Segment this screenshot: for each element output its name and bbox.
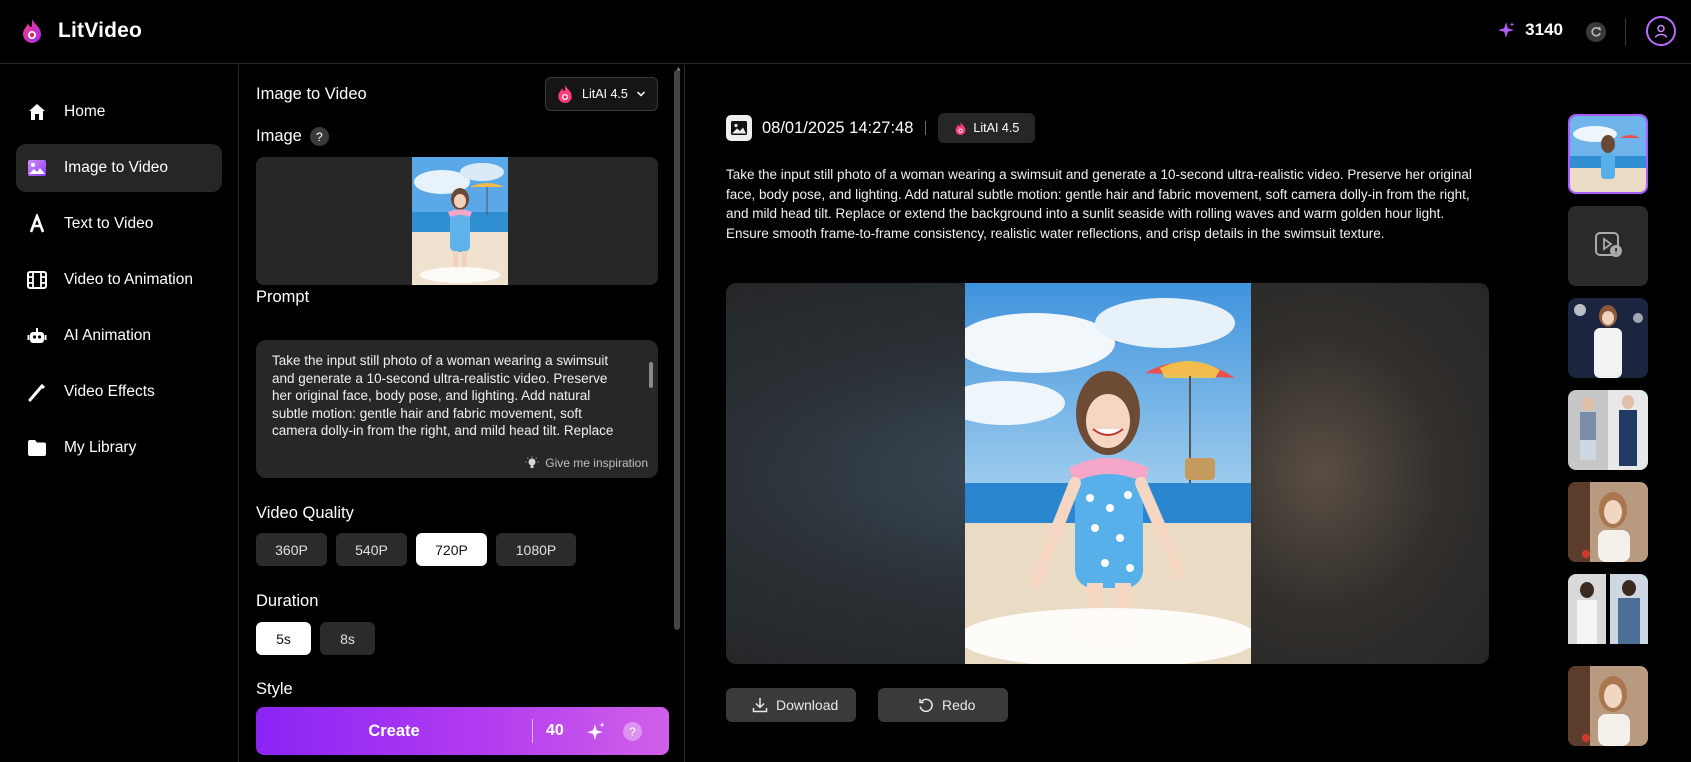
result-model-label: LitAI 4.5 bbox=[973, 121, 1020, 135]
model-select-value: LitAI 4.5 bbox=[582, 87, 628, 101]
result-meta: 08/01/2025 14:27:48 LitAI 4.5 bbox=[726, 113, 1036, 143]
history-thumbnail[interactable] bbox=[1568, 482, 1648, 562]
sparkle-icon bbox=[587, 722, 605, 740]
duration-label: Duration bbox=[256, 592, 319, 610]
duration-options: 5s 8s bbox=[256, 622, 375, 655]
redo-label: Redo bbox=[942, 697, 976, 713]
result-model-badge: LitAI 4.5 bbox=[938, 113, 1036, 143]
sidebar-item-label: Video to Animation bbox=[64, 271, 193, 288]
prompt-label: Prompt bbox=[256, 288, 310, 306]
sidebar-item-text-to-video[interactable]: Text to Video bbox=[16, 200, 222, 248]
logo-icon bbox=[23, 19, 41, 43]
image-help-button[interactable]: ? bbox=[309, 127, 329, 147]
user-icon bbox=[1654, 24, 1668, 38]
model-logo-icon bbox=[558, 85, 572, 103]
duration-option-5s[interactable]: 5s bbox=[256, 622, 311, 655]
credits-count: 3140 bbox=[1525, 20, 1563, 39]
top-bar: LitVideo 3140 bbox=[0, 0, 1691, 64]
sidebar-item-video-effects[interactable]: Video Effects bbox=[16, 368, 222, 416]
create-help-button[interactable]: ? bbox=[623, 722, 642, 741]
lightbulb-icon bbox=[525, 456, 539, 468]
create-label: Create bbox=[368, 721, 420, 740]
create-cost: 40 bbox=[546, 722, 564, 739]
image-upload-area[interactable] bbox=[256, 157, 658, 285]
settings-panel: Image to Video LitAI 4.5 Image? Prompt T… bbox=[240, 65, 685, 762]
sidebar: Home Image to Video Text to Video Video … bbox=[0, 65, 239, 762]
sidebar-item-image-to-video[interactable]: Image to Video bbox=[16, 144, 222, 192]
sidebar-item-ai-animation[interactable]: AI Animation bbox=[16, 312, 222, 360]
image-label-text: Image bbox=[256, 127, 302, 145]
result-prompt-text: Take the input still photo of a woman we… bbox=[726, 167, 1472, 241]
sidebar-item-label: Home bbox=[64, 103, 106, 120]
video-player[interactable] bbox=[726, 283, 1489, 664]
sidebar-item-label: Video Effects bbox=[64, 383, 155, 400]
home-icon bbox=[26, 101, 48, 123]
divider bbox=[925, 121, 927, 135]
download-button[interactable]: Download bbox=[726, 688, 856, 722]
quality-options: 360P 540P 720P 1080P bbox=[256, 533, 576, 566]
profile-button[interactable] bbox=[1646, 16, 1676, 46]
quality-option-720p[interactable]: 720P bbox=[416, 533, 487, 566]
wand-icon bbox=[26, 381, 48, 403]
video-blur-background bbox=[1249, 283, 1489, 664]
divider bbox=[1625, 18, 1626, 46]
app-logo[interactable]: LitVideo bbox=[20, 18, 142, 44]
result-date: 08/01/2025 14:27:48 bbox=[762, 118, 914, 137]
image-label: Image? bbox=[256, 127, 329, 147]
model-select[interactable]: LitAI 4.5 bbox=[545, 77, 658, 111]
video-error-icon bbox=[1595, 232, 1622, 257]
sidebar-item-label: AI Animation bbox=[64, 327, 152, 344]
panel-title: Image to Video bbox=[256, 85, 367, 103]
prompt-scrollbar[interactable] bbox=[649, 362, 653, 388]
prompt-textarea[interactable]: Take the input still photo of a woman we… bbox=[272, 352, 627, 442]
inspiration-button[interactable]: Give me inspiration bbox=[525, 456, 648, 470]
style-label: Style bbox=[256, 680, 293, 698]
divider bbox=[532, 719, 533, 743]
history-thumbnail[interactable] bbox=[1568, 298, 1648, 378]
sidebar-item-home[interactable]: Home bbox=[16, 88, 222, 136]
sidebar-item-label: Text to Video bbox=[64, 215, 154, 232]
prompt-field[interactable]: Take the input still photo of a woman we… bbox=[256, 340, 658, 478]
app-name: LitVideo bbox=[58, 19, 143, 42]
redo-button[interactable]: Redo bbox=[878, 688, 1008, 722]
history-thumbnail[interactable] bbox=[1568, 666, 1648, 746]
quality-option-540p[interactable]: 540P bbox=[336, 533, 407, 566]
download-label: Download bbox=[776, 697, 839, 713]
history-thumbnail[interactable] bbox=[1568, 574, 1648, 654]
refresh-credits-button[interactable] bbox=[1586, 22, 1606, 42]
redo-icon bbox=[919, 698, 933, 713]
quality-label: Video Quality bbox=[256, 504, 354, 522]
credits-display[interactable]: 3140 bbox=[1497, 20, 1563, 40]
panel-scrollbar[interactable] bbox=[674, 70, 680, 630]
sparkle-icon bbox=[1498, 22, 1515, 38]
duration-option-8s[interactable]: 8s bbox=[320, 622, 375, 655]
history-thumbnail[interactable] bbox=[1568, 114, 1648, 194]
quality-option-360p[interactable]: 360P bbox=[256, 533, 327, 566]
quality-option-1080p[interactable]: 1080P bbox=[496, 533, 576, 566]
create-button[interactable]: Create 40 ? bbox=[256, 707, 669, 755]
sidebar-item-label: My Library bbox=[64, 439, 137, 456]
chevron-down-icon bbox=[636, 91, 645, 97]
download-icon bbox=[752, 698, 768, 713]
sidebar-item-label: Image to Video bbox=[64, 159, 168, 176]
model-logo-icon bbox=[956, 121, 966, 135]
result-area: 08/01/2025 14:27:48 LitAI 4.5 Take the i… bbox=[686, 65, 1556, 762]
sidebar-item-my-library[interactable]: My Library bbox=[16, 424, 222, 472]
robot-icon bbox=[26, 325, 48, 347]
history-thumbnail-failed[interactable] bbox=[1568, 206, 1648, 286]
text-icon bbox=[26, 213, 48, 235]
folder-icon bbox=[26, 437, 48, 459]
sidebar-item-video-to-animation[interactable]: Video to Animation bbox=[16, 256, 222, 304]
refresh-icon bbox=[1591, 26, 1601, 37]
image-icon bbox=[26, 157, 48, 179]
history-thumbnail[interactable] bbox=[1568, 390, 1648, 470]
image-type-icon bbox=[726, 115, 752, 141]
film-icon bbox=[26, 269, 48, 291]
video-frame bbox=[965, 283, 1251, 664]
uploaded-image bbox=[412, 157, 508, 285]
inspiration-label: Give me inspiration bbox=[545, 456, 648, 470]
